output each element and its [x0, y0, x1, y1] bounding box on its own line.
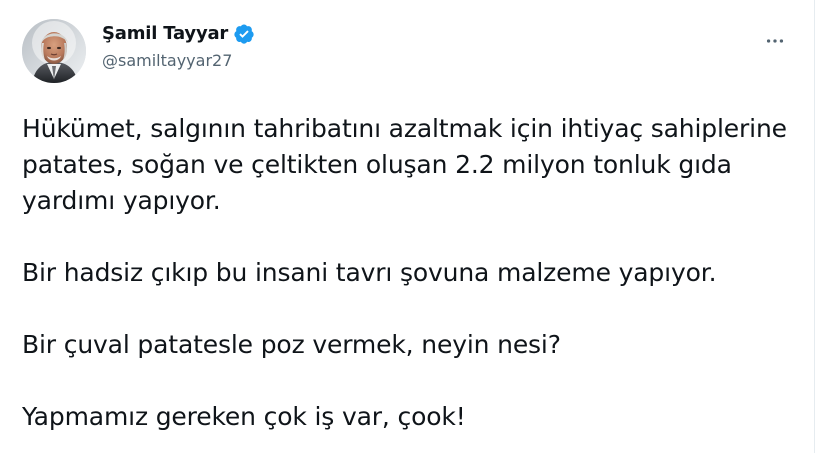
author-avatar[interactable] — [22, 19, 86, 83]
tweet-card: Şamil Tayyar @samiltayyar27 Hükümet, sal… — [0, 0, 815, 453]
tweet-paragraph-2: Bir hadsiz çıkıp bu insani tavrı şovuna … — [22, 258, 717, 287]
author-display-name[interactable]: Şamil Tayyar — [102, 22, 228, 46]
more-options-button[interactable] — [758, 24, 792, 58]
tweet-paragraph-4: Yapmamız gereken çok iş var, çook! — [22, 402, 466, 431]
author-identity[interactable]: Şamil Tayyar @samiltayyar27 — [102, 22, 255, 74]
verified-badge-icon — [233, 23, 255, 45]
tweet-paragraph-1: Hükümet, salgının tahribatını azaltmak i… — [22, 114, 787, 215]
author-handle[interactable]: @samiltayyar27 — [102, 50, 255, 72]
tweet-paragraph-3: Bir çuval patatesle poz vermek, neyin ne… — [22, 330, 561, 359]
tweet-header: Şamil Tayyar @samiltayyar27 — [22, 16, 792, 84]
more-horizontal-icon — [766, 39, 784, 43]
user-photo-avatar-icon — [22, 19, 86, 83]
author-name-row[interactable]: Şamil Tayyar — [102, 22, 255, 46]
tweet-text: Hükümet, salgının tahribatını azaltmak i… — [22, 111, 792, 435]
